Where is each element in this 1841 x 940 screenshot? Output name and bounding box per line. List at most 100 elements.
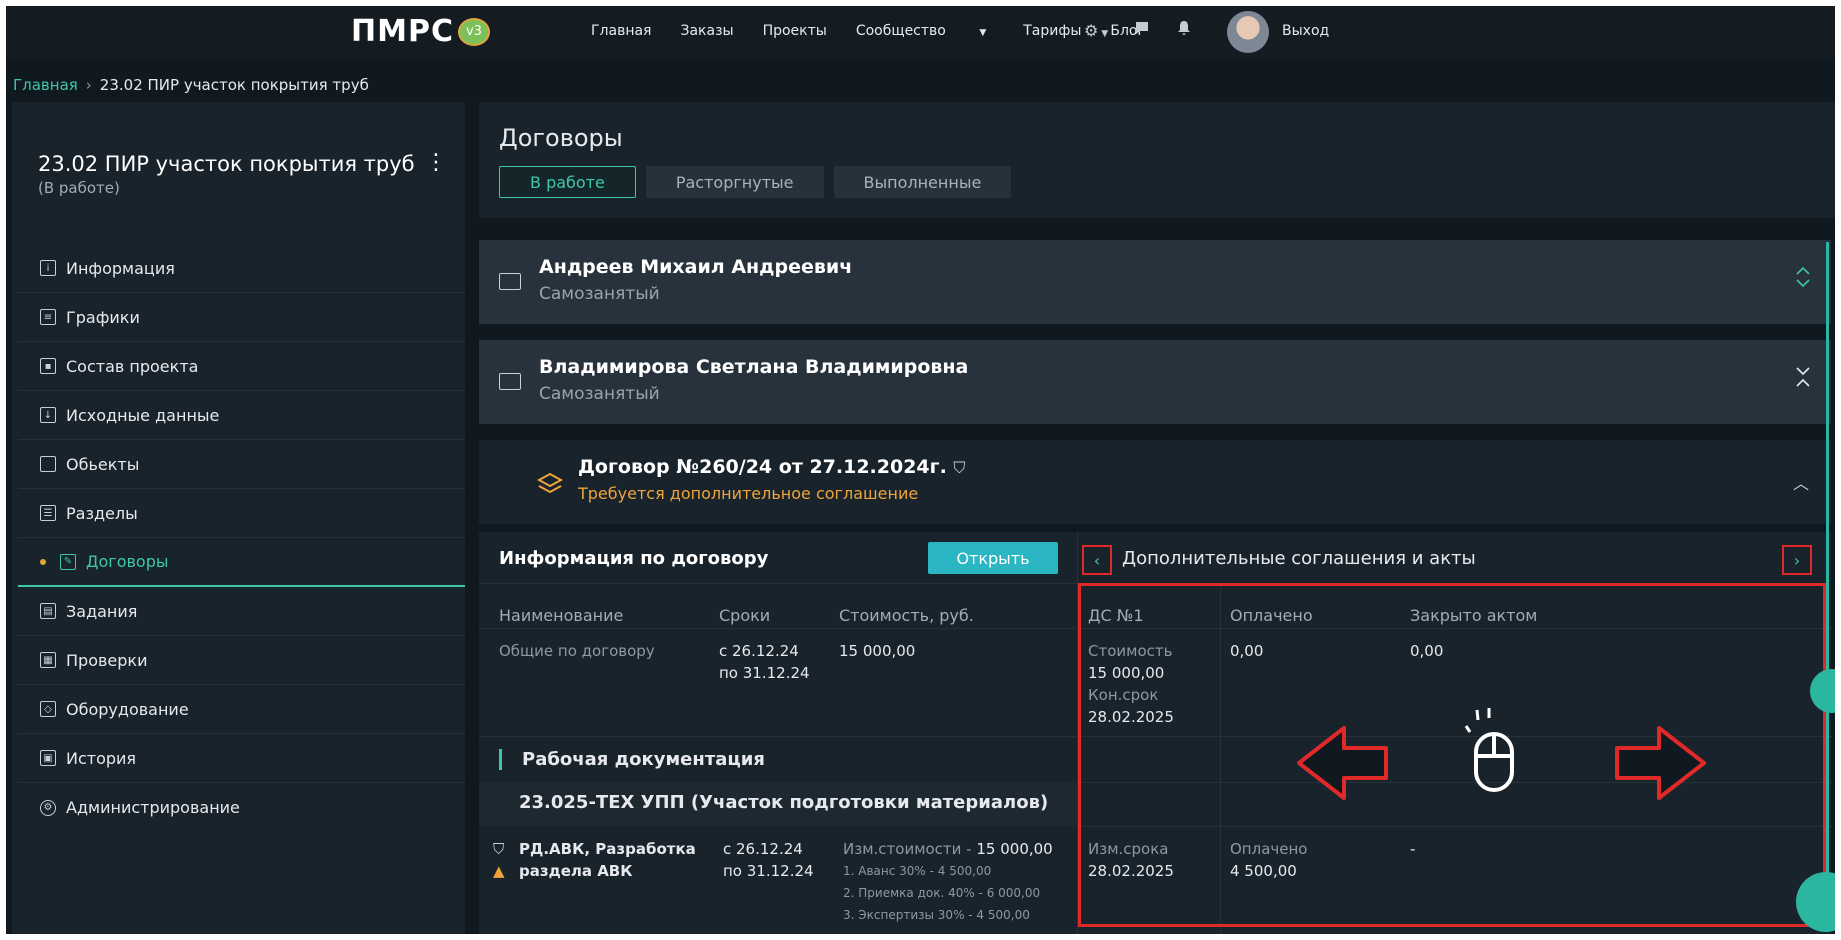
expand-icon[interactable] [1795,266,1811,294]
mouse-icon [1464,708,1514,792]
sidebar-menu: i Информация ≡ Графики ▪ Состав проекта ↓ Ис… [18,244,465,832]
general-term-label: Кон.срок [1088,686,1159,704]
history-icon: ▣ [40,750,56,766]
sidebar-item-objects[interactable]: Обьекты [18,440,465,489]
contract-info-table: Наименование Сроки Стоимость, руб. Общие… [479,584,1077,934]
logo[interactable]: ПМРС v3 [351,14,490,49]
tab-terminated[interactable]: Расторгнутые [645,166,824,198]
sidebar-item-label: Исходные данные [66,405,220,425]
nav-link-community-label: Сообщество [855,23,946,39]
project-title: 23.02 ПИР участок покрытия труб [38,152,415,176]
tasks-icon: ▤ [40,603,56,619]
breadcrumb-home[interactable]: Главная [13,76,78,94]
collapse-icon[interactable] [1795,366,1811,394]
avatar[interactable] [1227,11,1269,53]
version-badge: v3 [457,17,490,46]
layers-icon [536,472,564,494]
general-cost-label: Стоимость [1088,642,1173,660]
nav-link-orders[interactable]: Заказы [680,23,733,39]
contract-info-title: Информация по договору [499,548,769,569]
sidebar-item-checks[interactable]: ▦ Проверки [18,636,465,685]
contractor-row[interactable]: Владимирова Светлана Владимировна Самоза… [479,340,1831,424]
contract-tabs: В работе Расторгнутые Выполненные [499,166,1012,198]
chevron-down-icon: ▼ [1098,28,1109,39]
sidebar-item-admin[interactable]: ⚙ Администрирование [18,783,465,832]
gear-icon[interactable]: ⚙ ▼ [1084,21,1108,40]
sidebar-item-label: Состав проекта [66,356,199,376]
sections-icon: ☰ [40,505,56,521]
sidebar-item-source-data[interactable]: ↓ Исходные данные [18,391,465,440]
item-cost-value: 15 000,00 [976,840,1053,858]
item-paid-value: 4 500,00 [1230,862,1297,880]
contract-title-text: Договор №260/24 от 27.12.2024г. [578,456,947,478]
contracts-header: Договоры В работе Расторгнутые Выполненн… [479,102,1835,218]
sidebar-item-tasks[interactable]: ▤ Задания [18,587,465,636]
sidebar-item-contracts[interactable]: ✎ Договоры [18,538,465,587]
breadcrumb-current: 23.02 ПИР участок покрытия труб [99,76,369,94]
general-closed: 0,00 [1410,642,1444,660]
general-term-value: 28.02.2025 [1088,708,1174,726]
chevron-up-icon[interactable]: ︿ [1793,470,1809,494]
gear-icon: ⚙ [40,799,56,816]
chat-icon[interactable] [1134,20,1150,40]
logo-text: ПМРС [351,14,454,49]
open-button[interactable]: Открыть [928,542,1058,574]
prev-arrow-button[interactable]: ‹ [1082,545,1112,575]
sidebar-item-label: Разделы [66,503,138,523]
nav-link-community[interactable]: Сообщество ▼ [856,23,1015,39]
sidebar-item-label: Задания [66,601,138,621]
next-arrow-button[interactable]: › [1782,545,1812,575]
divider [1220,584,1221,934]
bell-icon[interactable] [1176,20,1192,40]
contractor-type: Самозанятый [539,284,660,304]
kebab-menu-icon[interactable]: ⋮ [425,150,447,175]
chart-icon: ≡ [40,309,56,325]
scrollbar[interactable] [1826,242,1829,932]
contract-info-header: Информация по договору Открыть [479,532,1077,584]
column-header: Наименование [499,606,624,625]
sidebar-item-label: Администрирование [66,798,240,817]
nav-icons: ⚙ ▼ [1084,20,1218,40]
contractor-row[interactable]: Андреев Михаил Андреевич Самозанятый [479,240,1831,324]
app-window: ПМРС v3 Главная Заказы Проекты Сообществ… [6,6,1835,934]
tab-completed[interactable]: Выполненные [833,166,1012,198]
divider [1078,628,1832,629]
section-title: Рабочая документация [499,749,765,770]
scroll-hint-overlay [1297,708,1706,800]
divider [1078,826,1832,827]
sidebar-item-charts[interactable]: ≡ Графики [18,293,465,342]
general-cost-value: 15 000,00 [1088,664,1165,682]
column-header: Закрыто актом [1410,606,1538,625]
sidebar-item-history[interactable]: ▣ История [18,734,465,783]
active-dot [40,558,46,565]
box-icon [40,456,56,472]
nav-link-projects[interactable]: Проекты [763,23,827,39]
project-status: (В работе) [38,179,120,197]
divider [479,628,1077,629]
contract-row[interactable]: Договор №260/24 от 27.12.2024г. ⛉ Требуе… [479,440,1831,524]
sidebar-item-equipment[interactable]: ◇ Оборудование [18,685,465,734]
item-closed: - [1410,840,1416,858]
nav-link-tariffs[interactable]: Тарифы [1023,23,1081,39]
sidebar-item-label: Графики [66,307,140,327]
sidebar-item-sections[interactable]: ☰ Разделы [18,489,465,538]
item-stage-1: 1. Аванс 30% - 4 500,00 [843,864,992,878]
tab-in-work[interactable]: В работе [499,166,636,198]
nav-link-home[interactable]: Главная [591,23,651,39]
contractor-type: Самозанятый [539,384,660,404]
sidebar-item-label: Договоры [86,552,169,571]
sidebar-item-label: Обьекты [66,454,140,474]
column-header: Оплачено [1230,606,1313,625]
subsection-row: 23.025-ТЕХ УПП (Участок подготовки матер… [479,782,1077,826]
logout-link[interactable]: Выход [1282,23,1329,39]
sidebar-item-info[interactable]: i Информация [18,244,465,293]
column-header: Стоимость, руб. [839,606,974,625]
item-term-value: 28.02.2025 [1088,862,1174,880]
arrow-right-icon [1615,726,1706,800]
general-dates-from: с 26.12.24 [719,642,799,660]
item-dates-from: с 26.12.24 [723,840,803,858]
sidebar-item-label: Проверки [66,650,148,670]
item-dates-to: по 31.12.24 [723,862,814,880]
sidebar-item-composition[interactable]: ▪ Состав проекта [18,342,465,391]
arrow-left-icon [1297,726,1388,800]
